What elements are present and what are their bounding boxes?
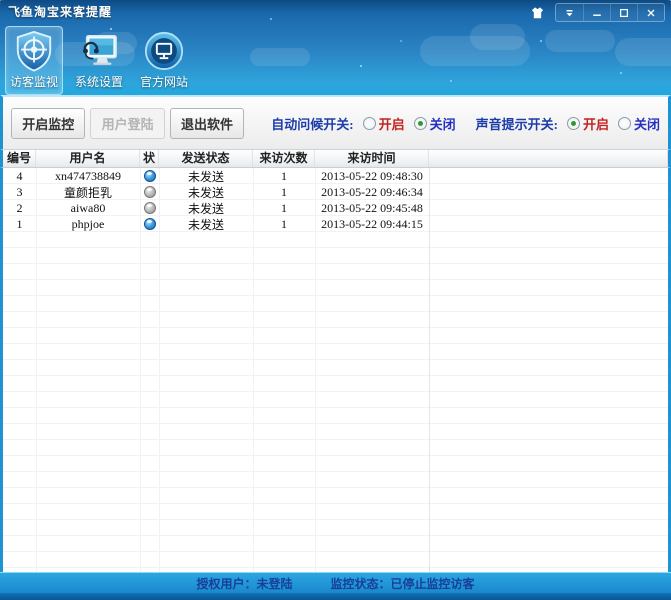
wangwang-status-icon [143, 185, 156, 198]
switch-groups: 自动问候开关: 开启 关闭 声音提示开关: 开启 关闭 [271, 114, 660, 133]
window-controls [525, 3, 665, 22]
cell-no: 2 [16, 200, 23, 215]
auto-greeting-switch-label: 自动问候开关: [271, 116, 354, 132]
greeting-off-radio[interactable] [413, 116, 427, 130]
table-row[interactable]: 3 童颜拒乳 未发送 1 2013-05-22 09:46:34 [3, 184, 668, 200]
cell-status [140, 185, 159, 200]
toolbar-item-label: 访客监视 [9, 75, 58, 89]
window-button-group [555, 3, 665, 22]
greeting-on-label[interactable]: 开启 [379, 114, 405, 133]
shield-target-icon [16, 30, 52, 72]
wangwang-status-icon [143, 169, 156, 182]
column-header-visit-time[interactable]: 来访时间 [315, 150, 429, 167]
cell-visit-count: 1 [281, 168, 287, 183]
maximize-icon [620, 8, 628, 17]
column-header-username[interactable]: 用户名 [36, 150, 140, 167]
cell-no: 1 [16, 216, 23, 231]
visitor-table-header: 编号 用户名 状 发送状态 来访次数 来访时间 [0, 150, 671, 168]
minimize-button[interactable] [583, 4, 610, 21]
toolbar-item-system-settings[interactable]: 系统设置 [70, 26, 128, 95]
greeting-on-radio[interactable] [362, 116, 376, 130]
cell-visit-time: 2013-05-22 09:48:30 [321, 168, 423, 183]
user-login-button[interactable]: 用户登陆 [90, 107, 165, 139]
greeting-off-label[interactable]: 关闭 [430, 114, 456, 133]
cell-visit-time: 2013-05-22 09:45:48 [321, 200, 423, 215]
shirt-icon [531, 6, 543, 18]
sound-on-label[interactable]: 开启 [583, 114, 609, 133]
sound-off-label[interactable]: 关闭 [634, 114, 660, 133]
sound-alert-switch-label: 声音提示开关: [475, 116, 558, 132]
statusbar: 授权用户：未登陆 监控状态：已停止监控访客 [0, 572, 671, 593]
cell-send-status: 未发送 [187, 201, 224, 216]
cell-visit-time: 2013-05-22 09:46:34 [321, 184, 423, 199]
skin-button[interactable] [525, 5, 549, 21]
wangwang-status-icon [143, 201, 156, 214]
action-bar: 开启监控 用户登陆 退出软件 自动问候开关: 开启 关闭 声音提示开关: 开启 … [0, 95, 671, 150]
close-icon [647, 9, 655, 16]
cell-send-status: 未发送 [187, 185, 224, 200]
column-header-no[interactable]: 编号 [3, 150, 36, 167]
window-title: 飞鱼淘宝来客提醒 [8, 5, 113, 19]
cell-username: aiwa80 [70, 200, 106, 215]
authorized-user-status: 授权用户：未登陆 [196, 576, 293, 591]
app-window: 飞鱼淘宝来客提醒 访客监视 系统设置 官方网站 开启监控 用户登陆 退出软件 自… [0, 0, 671, 600]
chevron-down-icon [566, 9, 573, 16]
cell-send-status: 未发送 [187, 169, 224, 184]
cell-username: 童颜拒乳 [63, 185, 112, 200]
column-header-visit-count[interactable]: 来访次数 [253, 150, 315, 167]
window-header: 飞鱼淘宝来客提醒 访客监视 系统设置 官方网站 [0, 0, 671, 95]
close-button[interactable] [637, 4, 664, 21]
sound-on-radio[interactable] [566, 116, 580, 130]
window-bottom-edge [0, 593, 671, 600]
menu-button[interactable] [556, 4, 583, 21]
toolbar-item-official-site[interactable]: 官方网站 [135, 26, 193, 95]
visitor-table-body: 4 xn474738849 未发送 1 2013-05-22 09:48:30 … [0, 168, 671, 572]
column-header-filler [429, 150, 668, 167]
cell-no: 3 [16, 184, 23, 199]
cell-status [140, 201, 159, 216]
cell-visit-count: 1 [281, 216, 287, 231]
cell-visit-count: 1 [281, 200, 287, 215]
monitor-headset-icon [82, 35, 117, 65]
column-header-send-status[interactable]: 发送状态 [159, 150, 253, 167]
start-monitor-button[interactable]: 开启监控 [11, 107, 86, 139]
titlebar: 飞鱼淘宝来客提醒 [0, 0, 671, 22]
main-toolbar: 访客监视 系统设置 官方网站 [0, 22, 671, 95]
cell-username: phpjoe [71, 216, 105, 231]
cell-visit-time: 2013-05-22 09:44:15 [321, 216, 423, 231]
table-row[interactable]: 4 xn474738849 未发送 1 2013-05-22 09:48:30 [3, 168, 668, 184]
monitor-status: 监控状态：已停止监控访客 [330, 576, 475, 591]
column-header-status[interactable]: 状 [140, 150, 159, 167]
cell-status [140, 217, 159, 232]
maximize-button[interactable] [610, 4, 637, 21]
cell-send-status: 未发送 [187, 217, 224, 232]
cell-no: 4 [16, 168, 23, 183]
cell-status [140, 169, 159, 184]
cell-visit-count: 1 [281, 184, 287, 199]
globe-monitor-icon [144, 31, 184, 71]
toolbar-item-label: 系统设置 [74, 75, 123, 89]
table-row[interactable]: 1 phpjoe 未发送 1 2013-05-22 09:44:15 [3, 216, 668, 232]
cell-username: xn474738849 [55, 168, 121, 183]
exit-app-button[interactable]: 退出软件 [169, 107, 245, 139]
table-row[interactable]: 2 aiwa80 未发送 1 2013-05-22 09:45:48 [3, 200, 668, 216]
wangwang-status-icon [143, 217, 156, 230]
sound-off-radio[interactable] [618, 116, 631, 130]
toolbar-item-label: 官方网站 [139, 75, 188, 89]
toolbar-item-visitor-monitor[interactable]: 访客监视 [5, 26, 63, 95]
minimize-icon [593, 14, 601, 16]
